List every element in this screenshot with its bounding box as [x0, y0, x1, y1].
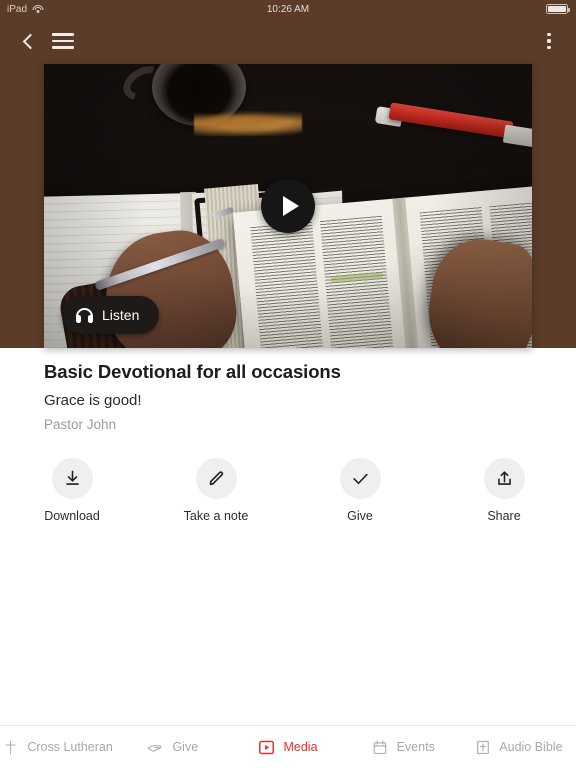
- share-button-label: Share: [487, 509, 521, 523]
- tab-give-label: Give: [172, 740, 199, 754]
- tab-cross-lutheran[interactable]: Cross Lutheran: [0, 739, 115, 756]
- tab-audio-bible-label: Audio Bible: [499, 740, 563, 754]
- media-play-box-icon: [259, 740, 275, 754]
- hamburger-menu-button[interactable]: [44, 22, 82, 60]
- status-bar-time: 10:26 AM: [266, 3, 310, 15]
- hamburger-menu-icon: [52, 33, 74, 36]
- share-button[interactable]: Share: [432, 458, 576, 523]
- cross-icon: [5, 740, 16, 754]
- tab-events-label: Events: [396, 740, 435, 754]
- header-toolbar: [0, 18, 576, 64]
- tab-audio-bible[interactable]: Audio Bible: [461, 739, 576, 756]
- download-button-label: Download: [44, 509, 100, 523]
- bible-book-icon: [476, 740, 489, 754]
- tab-media-label: Media: [283, 740, 318, 754]
- download-button[interactable]: Download: [0, 458, 144, 523]
- take-a-note-button[interactable]: Take a note: [144, 458, 288, 523]
- headphones-icon: [76, 307, 93, 323]
- pencil-icon: [209, 471, 223, 486]
- battery-full-icon: [546, 4, 570, 14]
- take-a-note-button-label: Take a note: [183, 509, 249, 523]
- page-title: Basic Devotional for all occasions: [44, 361, 341, 382]
- giving-hand-icon: [148, 745, 162, 752]
- tab-give[interactable]: Give: [115, 739, 230, 756]
- download-icon: [65, 470, 79, 485]
- more-options-button[interactable]: [530, 22, 568, 60]
- listen-button-label: Listen: [102, 307, 140, 323]
- play-button[interactable]: [261, 179, 315, 233]
- tab-cross-lutheran-label: Cross Lutheran: [27, 740, 113, 754]
- chevron-left-icon: [22, 33, 39, 49]
- back-button[interactable]: [10, 22, 48, 60]
- app-root: iPad 10:26 AM Listen Basic Devotional fo…: [0, 0, 576, 768]
- give-button-label: Give: [347, 509, 373, 523]
- media-detail-section: Basic Devotional for all occasions Grace…: [0, 348, 576, 523]
- tab-media[interactable]: Media: [230, 739, 345, 756]
- bottom-tab-bar: Cross Lutheran Give Media Events Audio B…: [0, 725, 576, 768]
- give-button[interactable]: Give: [288, 458, 432, 523]
- media-video-card[interactable]: Listen: [44, 64, 532, 348]
- check-icon: [352, 473, 368, 485]
- status-bar: iPad 10:26 AM: [0, 0, 576, 18]
- author-label: Pastor John: [44, 417, 117, 432]
- tab-events[interactable]: Events: [346, 739, 461, 756]
- calendar-icon: [373, 740, 387, 754]
- page-subtitle: Grace is good!: [44, 392, 142, 409]
- share-upload-icon: [497, 471, 511, 485]
- more-vertical-icon: [547, 32, 551, 37]
- status-bar-right: [546, 4, 570, 14]
- play-icon: [282, 196, 299, 216]
- action-buttons-row: Download Take a note Give Share: [0, 458, 576, 523]
- listen-button[interactable]: Listen: [62, 296, 160, 334]
